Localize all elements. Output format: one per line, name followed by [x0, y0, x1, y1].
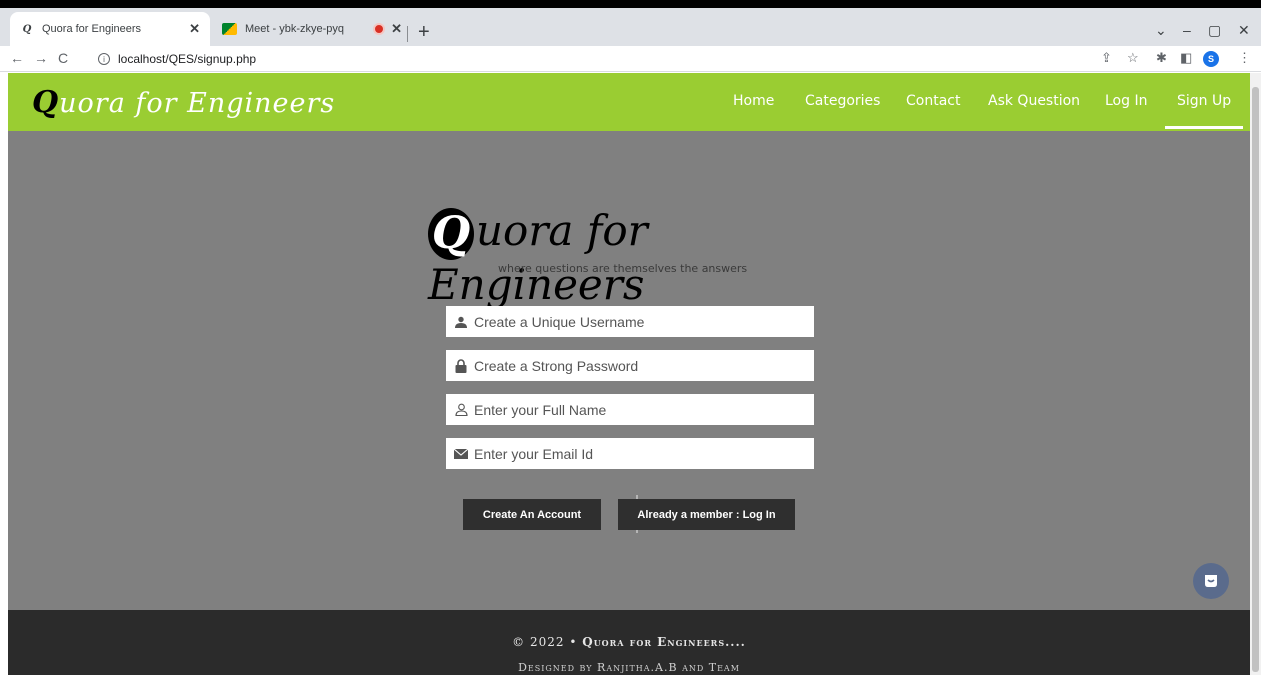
brand-text: uora for Engineers [59, 88, 336, 119]
new-tab-button[interactable]: + [418, 22, 430, 42]
username-input[interactable] [474, 313, 804, 330]
page-scrollbar[interactable] [1250, 73, 1261, 675]
user-icon [454, 315, 468, 329]
email-input[interactable] [474, 445, 804, 462]
forward-arrow-icon[interactable]: → [34, 50, 48, 66]
site-navbar: Quora for Engineers Home Categories Cont… [8, 73, 1250, 131]
fullname-field[interactable] [446, 394, 814, 425]
chat-widget-button[interactable] [1193, 563, 1229, 599]
nav-home[interactable]: Home [733, 93, 774, 109]
extensions-puzzle-icon[interactable]: ✱ [1156, 50, 1167, 66]
url-text[interactable]: localhost/QES/signup.php [118, 52, 256, 66]
close-tab-icon[interactable]: ✕ [189, 21, 200, 37]
tab-quora[interactable]: Q Quora for Engineers ✕ [10, 12, 210, 46]
reload-icon[interactable]: C [58, 50, 68, 66]
tab-title: Quora for Engineers [42, 23, 142, 35]
minimize-button[interactable]: – [1183, 22, 1191, 38]
nav-contact[interactable]: Contact [906, 93, 960, 109]
password-field[interactable] [446, 350, 814, 381]
footer-site-name: Quora for Engineers.... [582, 635, 746, 649]
tab-separator [407, 26, 408, 42]
close-tab-icon[interactable]: ✕ [391, 21, 402, 37]
menu-kebab-icon[interactable]: ⋮ [1238, 50, 1251, 66]
quora-favicon-icon: Q [22, 23, 32, 35]
email-field[interactable] [446, 438, 814, 469]
password-input[interactable] [474, 357, 804, 374]
back-arrow-icon[interactable]: ← [10, 50, 24, 66]
site-brand-logo[interactable]: Quora for Engineers [32, 85, 335, 120]
person-outline-icon [454, 403, 468, 417]
hero-logo: Quora for Engineers [428, 206, 848, 309]
side-panel-icon[interactable]: ◧ [1180, 50, 1192, 66]
url-field[interactable]: i localhost/QES/signup.php [98, 48, 1088, 70]
nav-categories[interactable]: Categories [805, 93, 880, 109]
nav-ask-question[interactable]: Ask Question [988, 93, 1080, 109]
fullname-input[interactable] [474, 401, 804, 418]
restore-button[interactable]: ▢ [1208, 22, 1221, 39]
close-window-button[interactable]: ✕ [1238, 22, 1250, 39]
nav-sign-up[interactable]: Sign Up [1164, 93, 1244, 129]
login-button[interactable]: Already a member : Log In [618, 499, 795, 530]
tab-strip: Q Quora for Engineers ✕ Meet - ybk-zkye-… [0, 8, 1261, 46]
lock-icon [454, 358, 468, 373]
window-top-edge [0, 0, 1261, 8]
site-info-icon[interactable]: i [98, 53, 110, 65]
share-icon[interactable]: ⇪ [1101, 50, 1112, 66]
nav-log-in[interactable]: Log In [1105, 93, 1147, 109]
scrollbar-thumb[interactable] [1252, 87, 1259, 672]
bookmark-star-icon[interactable]: ☆ [1127, 50, 1139, 66]
footer-credits: Designed by Ranjitha.A.B and Team [518, 661, 740, 674]
create-account-button[interactable]: Create An Account [463, 499, 601, 530]
hero-q-badge: Q [428, 208, 474, 260]
tab-search-icon[interactable]: ⌄ [1155, 22, 1167, 39]
tab-meet[interactable]: Meet - ybk-zkye-pyq ✕ [212, 12, 412, 46]
profile-avatar[interactable]: S [1203, 51, 1219, 67]
address-bar: ← → C i localhost/QES/signup.php ⇪ ☆ ✱ ◧… [0, 46, 1261, 72]
copyright-prefix: © 2022 • [512, 635, 578, 649]
brand-q-letter: Q [32, 85, 60, 120]
chat-bubble-icon [1205, 575, 1217, 587]
footer-copyright: © 2022 • Quora for Engineers.... [8, 635, 1250, 649]
page-content: Quora for Engineers Home Categories Cont… [8, 73, 1250, 675]
envelope-icon [454, 447, 468, 461]
site-footer: © 2022 • Quora for Engineers.... Designe… [8, 610, 1250, 675]
tagline: where questions are themselves the answe… [498, 262, 748, 275]
google-meet-favicon-icon [222, 23, 237, 35]
recording-indicator-icon [375, 25, 384, 33]
username-field[interactable] [446, 306, 814, 337]
tab-title: Meet - ybk-zkye-pyq [245, 23, 345, 35]
